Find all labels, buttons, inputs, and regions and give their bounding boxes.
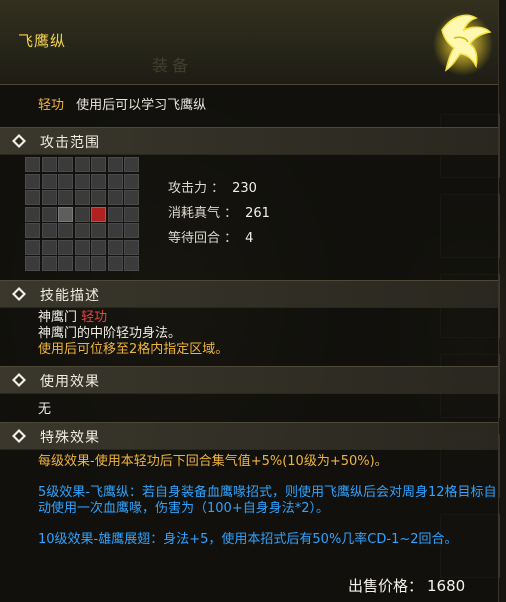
range-cell [25,256,40,271]
range-cell-self [58,206,73,222]
diamond-icon [12,134,26,148]
skill-stats: 攻击力 ： 230 消耗真气 ： 261 等待回合 ： 4 [168,176,270,251]
description-line-1: 神鹰门 轻功 [38,310,228,326]
range-cell [58,173,73,189]
skill-type: 轻功 [38,98,65,113]
range-cell [41,223,57,238]
diamond-icon [12,429,26,443]
eagle-emblem-icon [433,12,493,76]
range-cell [58,157,73,172]
sell-price-label: 出售价格： [348,577,424,595]
special-effect-level-each: 每级效果-使用本轻功后下回合集气值+5%(10级为+50%)。 [38,454,388,469]
section-header-range: 攻击范围 [0,127,498,155]
range-cell [74,173,90,189]
stat-value: 261 [245,206,270,221]
range-cell [25,173,40,189]
range-cell [107,157,123,172]
range-cell [124,223,139,238]
header-watermark: 装备 [152,56,193,75]
range-cell [107,256,123,271]
range-cell [91,157,106,172]
section-header-description: 技能描述 [0,280,498,308]
range-cell [25,157,40,172]
stat-value: 230 [232,181,257,196]
stat-label: 消耗真气 ： [168,206,238,221]
section-header-special-effect: 特殊效果 [0,422,498,450]
range-cell [41,173,57,189]
stat-value: 4 [245,231,254,246]
use-effect-text: 无 [38,402,52,417]
range-cell [41,190,57,205]
skill-type-line: 轻功 使用后可以学习飞鹰纵 [38,94,206,113]
stat-row-attack: 攻击力 ： 230 [168,176,270,201]
range-cell [74,239,90,255]
stat-row-wait-turns: 等待回合 ： 4 [168,226,270,251]
stat-row-energy-cost: 消耗真气 ： 261 [168,201,270,226]
section-label: 使用效果 [40,374,100,390]
range-cell [41,256,57,271]
range-cell-target [91,206,106,222]
range-cell [74,157,90,172]
range-cell [91,173,106,189]
range-cell [58,256,73,271]
skill-description: 神鹰门 轻功 神鹰门的中阶轻功身法。 使用后可位移至2格内指定区域。 [38,310,228,358]
range-cell [25,223,40,238]
range-cell [107,173,123,189]
range-cell [58,239,73,255]
range-cell [91,223,106,238]
range-cell [124,239,139,255]
range-cell [124,190,139,205]
description-line-2: 神鹰门的中阶轻功身法。 [38,326,182,341]
range-cell [91,190,106,205]
range-cell [124,256,139,271]
range-cell [107,223,123,238]
range-cell [25,206,40,222]
sect-skill-type: 轻功 [81,310,108,325]
sell-price-value: 1680 [427,577,466,595]
special-effect-level-10: 10级效果-雄鹰展翅：身法+5，使用本招式后有50%几率CD-1~2回合。 [38,532,458,547]
range-cell [41,206,57,222]
stat-label: 攻击力 ： [168,181,225,196]
section-label: 攻击范围 [40,135,100,151]
sell-price: 出售价格： 1680 [348,575,465,596]
range-cell [74,206,90,222]
diamond-icon [12,373,26,387]
section-header-use-effect: 使用效果 [0,366,498,394]
range-cell [74,223,90,238]
range-cell [107,239,123,255]
stat-label: 等待回合 ： [168,231,238,246]
skill-usage-desc: 使用后可以学习飞鹰纵 [76,98,207,113]
range-cell [25,190,40,205]
special-effect-level-5: 5级效果-飞鹰纵：若自身装备血鹰喙招式，则使用飞鹰纵后会对周身12格目标自动使用… [38,485,497,516]
diamond-icon [12,287,26,301]
range-cell [107,190,123,205]
range-cell [91,256,106,271]
skill-tooltip: 飞鹰纵 装备 轻功 使用后可以学习飞鹰纵 攻击范围 攻击力 ： 230 消耗真气… [0,0,499,602]
range-cell [74,190,90,205]
range-cell [41,157,57,172]
range-cell [107,206,123,222]
skill-title: 飞鹰纵 [18,32,67,50]
range-cell [124,173,139,189]
tooltip-header: 飞鹰纵 装备 [0,0,498,85]
range-cell [74,256,90,271]
range-cell [41,239,57,255]
range-cell [58,223,73,238]
range-cell [25,239,40,255]
range-cell [124,157,139,172]
section-label: 特殊效果 [40,430,100,446]
description-line-3: 使用后可位移至2格内指定区域。 [38,342,229,357]
attack-range-grid [25,157,139,271]
sect-name: 神鹰门 [38,310,78,325]
range-cell [91,239,106,255]
section-label: 技能描述 [40,288,100,304]
range-cell [58,190,73,205]
range-cell [124,206,139,222]
